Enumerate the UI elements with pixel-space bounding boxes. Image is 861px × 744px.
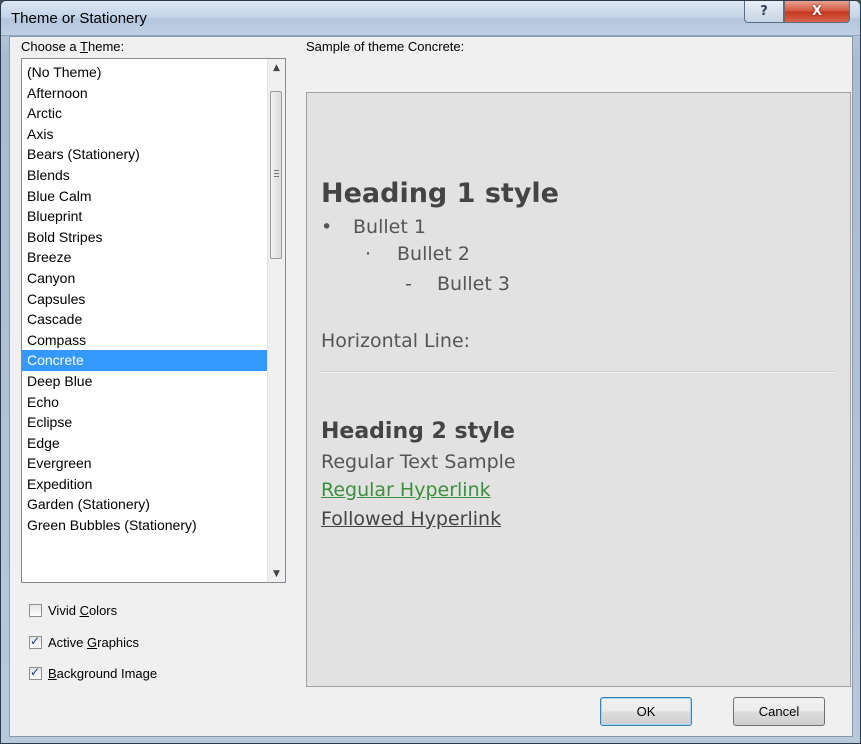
grip-line bbox=[274, 170, 279, 171]
grip-line bbox=[274, 173, 279, 174]
theme-list-item[interactable]: Blueprint bbox=[22, 206, 270, 227]
title-bar[interactable]: Theme or Stationery ? X bbox=[1, 1, 860, 36]
bullet-icon: • bbox=[321, 216, 333, 238]
checkmark-icon: ✓ bbox=[30, 633, 41, 648]
theme-list-item[interactable]: Compass bbox=[22, 330, 270, 351]
vivid-colors-box[interactable] bbox=[29, 603, 42, 617]
dialog-window: Theme or Stationery ? X Choose a Theme: … bbox=[0, 0, 861, 744]
help-button[interactable]: ? bbox=[744, 1, 784, 23]
theme-list-item[interactable]: Deep Blue bbox=[22, 371, 270, 392]
preview-heading1: Heading 1 style bbox=[321, 178, 559, 209]
theme-list-item[interactable]: Arctic bbox=[22, 103, 270, 124]
close-button[interactable]: X bbox=[784, 1, 850, 23]
scroll-up-icon[interactable]: ▲ bbox=[268, 59, 285, 76]
preview-heading2: Heading 2 style bbox=[321, 419, 515, 444]
theme-list-item[interactable]: (No Theme) bbox=[22, 62, 270, 83]
theme-list-item[interactable]: Breeze bbox=[22, 247, 270, 268]
cancel-button[interactable]: Cancel bbox=[733, 697, 825, 726]
background-image-label: Background Image bbox=[48, 665, 158, 681]
theme-list-item[interactable]: Bold Stripes bbox=[22, 227, 270, 248]
vivid-colors-checkbox[interactable]: Vivid Colors bbox=[29, 599, 117, 621]
ok-button[interactable]: OK bbox=[600, 697, 692, 726]
theme-list-item[interactable]: Afternoon bbox=[22, 83, 270, 104]
window-title: Theme or Stationery bbox=[11, 10, 147, 27]
theme-list-item[interactable]: Edge bbox=[22, 433, 270, 454]
close-icon: X bbox=[811, 4, 823, 19]
active-graphics-checkbox[interactable]: ✓ Active Graphics bbox=[29, 631, 139, 653]
sample-label: Sample of theme Concrete: bbox=[306, 39, 465, 54]
theme-list-item[interactable]: Canyon bbox=[22, 268, 270, 289]
theme-list-item[interactable]: Echo bbox=[22, 392, 270, 413]
checkmark-icon: ✓ bbox=[30, 664, 41, 679]
background-image-checkbox[interactable]: ✓ Background Image bbox=[29, 662, 157, 684]
preview-regular-text: Regular Text Sample bbox=[321, 451, 516, 473]
theme-list-item[interactable]: Green Bubbles (Stationery) bbox=[22, 515, 270, 536]
listbox-scrollbar[interactable]: ▲ ▼ bbox=[267, 59, 285, 582]
scroll-down-icon[interactable]: ▼ bbox=[268, 565, 285, 582]
theme-list-item[interactable]: Garden (Stationery) bbox=[22, 494, 270, 515]
theme-list-item[interactable]: Evergreen bbox=[22, 453, 270, 474]
theme-preview: Heading 1 style • Bullet 1 · Bullet 2 - Bul… bbox=[306, 92, 851, 687]
scroll-thumb[interactable] bbox=[270, 91, 282, 259]
theme-list-item[interactable]: Cascade bbox=[22, 309, 270, 330]
theme-list-item[interactable]: Capsules bbox=[22, 289, 270, 310]
theme-list-item[interactable]: Blue Calm bbox=[22, 186, 270, 207]
theme-list: (No Theme) Afternoon Arctic Axis Bears (Stat… bbox=[22, 62, 270, 536]
active-graphics-box[interactable]: ✓ bbox=[29, 633, 42, 649]
bullet-icon: · bbox=[365, 243, 372, 265]
choose-theme-label: Choose a Theme: bbox=[21, 39, 125, 54]
preview-bullet2: · Bullet 2 bbox=[365, 243, 470, 265]
preview-followed-hyperlink[interactable]: Followed Hyperlink bbox=[321, 508, 501, 530]
preview-bullet3: - Bullet 3 bbox=[405, 273, 510, 295]
preview-horizontal-rule bbox=[321, 371, 836, 373]
theme-listbox[interactable]: (No Theme) Afternoon Arctic Axis Bears (Stat… bbox=[21, 58, 286, 583]
active-graphics-label: Active Graphics bbox=[48, 634, 140, 650]
preview-bullet1: • Bullet 1 bbox=[321, 216, 426, 238]
preview-horizontal-line-label: Horizontal Line: bbox=[321, 330, 471, 352]
vivid-colors-label: Vivid Colors bbox=[48, 602, 118, 618]
preview-regular-hyperlink[interactable]: Regular Hyperlink bbox=[321, 479, 491, 501]
grip-line bbox=[274, 176, 279, 177]
theme-list-item[interactable]: Concrete bbox=[22, 350, 270, 371]
bullet-icon: - bbox=[405, 273, 412, 295]
background-image-box[interactable]: ✓ bbox=[29, 664, 42, 680]
help-icon: ? bbox=[760, 4, 768, 19]
theme-list-item[interactable]: Expedition bbox=[22, 474, 270, 495]
theme-list-item[interactable]: Bears (Stationery) bbox=[22, 144, 270, 165]
theme-list-item[interactable]: Axis bbox=[22, 124, 270, 145]
theme-list-item[interactable]: Blends bbox=[22, 165, 270, 186]
theme-list-item[interactable]: Eclipse bbox=[22, 412, 270, 433]
